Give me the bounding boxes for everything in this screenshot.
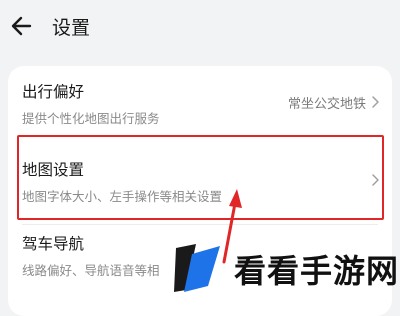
setting-label: 出行偏好: [22, 83, 85, 101]
setting-description: 提供个性化地图出行服务: [22, 111, 160, 126]
watermark: 看看手游网: [172, 238, 400, 301]
site-logo-icon: [174, 244, 220, 292]
page-title: 设置: [52, 17, 91, 39]
setting-label: 驾车导航: [22, 235, 85, 253]
watermark-text: 看看手游网: [234, 252, 400, 290]
setting-travel-preference[interactable]: 出行偏好 提供个性化地图出行服务 常坐公交地铁: [8, 66, 392, 136]
chevron-right-icon: [372, 96, 379, 108]
back-arrow-icon[interactable]: [8, 12, 36, 40]
setting-value: 常坐公交地铁: [287, 97, 366, 112]
highlight-box: [17, 135, 384, 220]
app-header: 设置: [0, 0, 400, 52]
setting-description: 线路偏好、导航语音等相: [22, 263, 160, 278]
